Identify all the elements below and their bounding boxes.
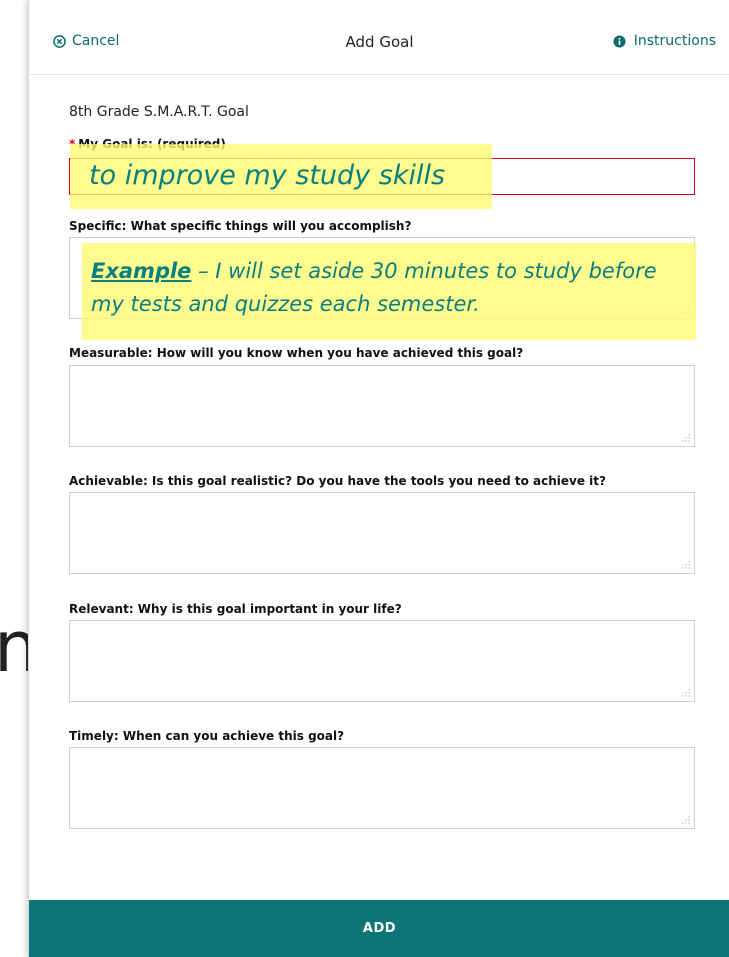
resize-grip-icon xyxy=(682,561,690,569)
example-word: Example xyxy=(91,259,192,283)
resize-grip-icon xyxy=(682,816,690,824)
goal-value: to improve my study skills xyxy=(89,160,446,191)
add-button[interactable]: ADD xyxy=(29,900,729,957)
instructions-button[interactable]: Instructions xyxy=(613,33,716,49)
achievable-textarea[interactable] xyxy=(69,492,695,574)
section-title: 8th Grade S.M.A.R.T. Goal xyxy=(69,104,249,120)
measurable-textarea[interactable] xyxy=(69,365,695,447)
relevant-label: Relevant: Why is this goal important in … xyxy=(69,602,402,616)
relevant-textarea[interactable] xyxy=(69,620,695,702)
instructions-label: Instructions xyxy=(633,33,716,49)
measurable-label: Measurable: How will you know when you h… xyxy=(69,346,524,360)
modal-header: Cancel Add Goal Instructions xyxy=(29,0,729,75)
info-circle-icon xyxy=(613,34,626,48)
add-goal-modal: Cancel Add Goal Instructions 8th Grade S… xyxy=(28,0,729,957)
add-label: ADD xyxy=(362,921,397,936)
specific-label: Specific: What specific things will you … xyxy=(69,219,412,233)
resize-grip-icon xyxy=(682,434,690,442)
resize-grip-icon xyxy=(682,689,690,697)
screen: n Cancel Add Goal Instructions 8th Grade xyxy=(0,0,729,957)
timely-textarea[interactable] xyxy=(69,747,695,829)
achievable-label: Achievable: Is this goal realistic? Do y… xyxy=(69,474,606,488)
timely-label: Timely: When can you achieve this goal? xyxy=(69,729,345,743)
example-annotation: Example – I will set aside 30 minutes to… xyxy=(91,255,691,321)
